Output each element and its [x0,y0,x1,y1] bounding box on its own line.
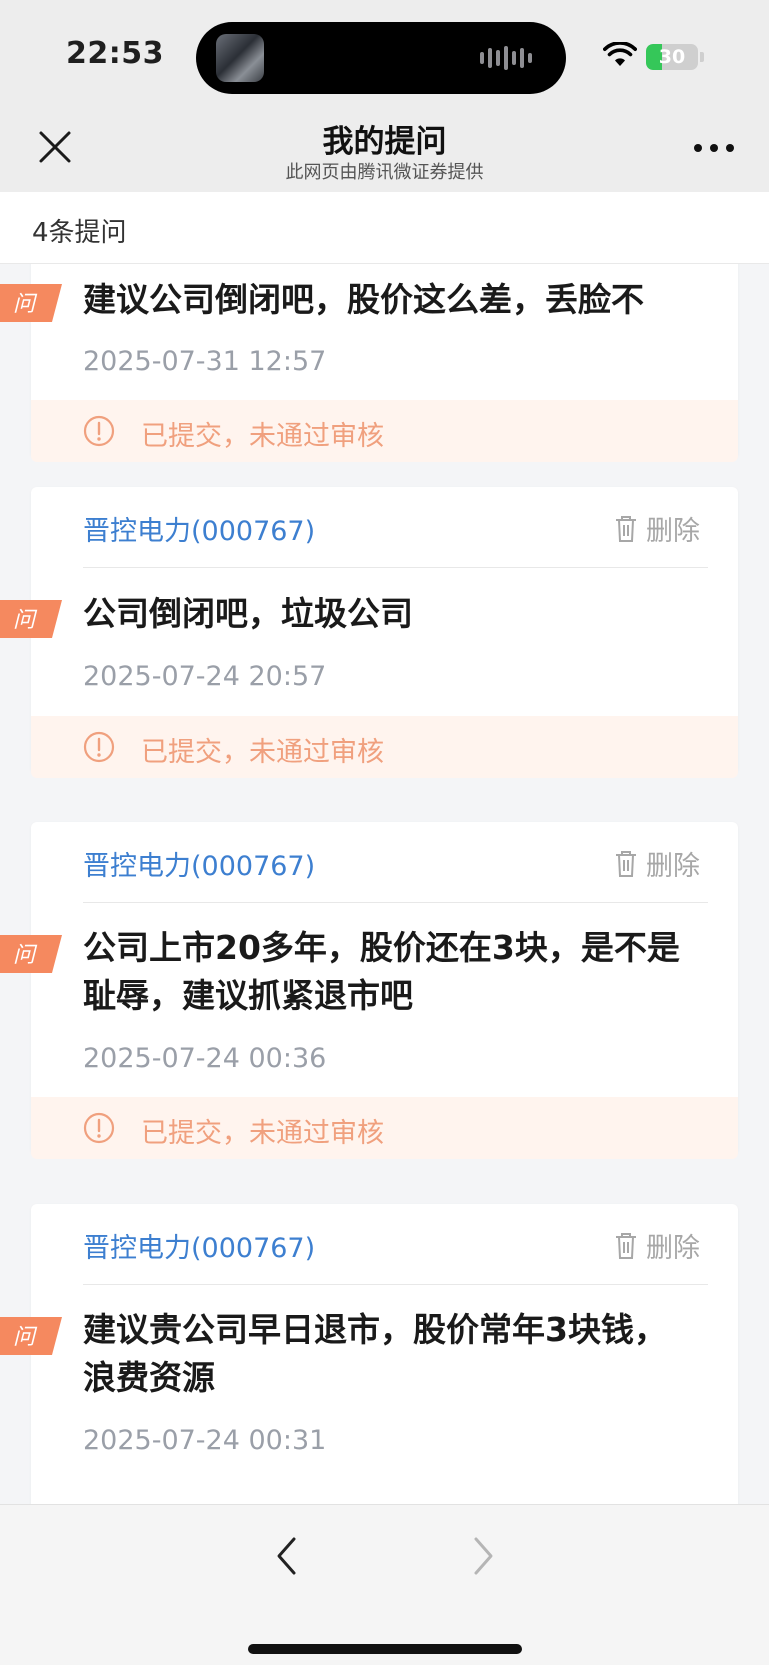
question-time: 2025-07-24 00:31 [83,1425,327,1456]
question-time: 2025-07-24 20:57 [83,661,327,692]
delete-button[interactable]: 删除 [614,844,700,883]
page-title: 我的提问 [322,124,447,160]
audio-wave-icon [480,44,532,72]
chevron-left-icon[interactable] [272,1535,302,1577]
question-card: 晋控电力(000767) 删除 问 公司倒闭吧，垃圾公司 2025-07-24 … [0,487,738,778]
battery-tip [700,52,704,62]
nav-bar: 我的提问 此网页由腾讯微证券提供 [0,112,769,192]
delete-button[interactable]: 删除 [614,1226,700,1265]
more-icon[interactable] [694,142,734,154]
question-badge-label: 问 [13,608,38,633]
question-card: 晋控电力(000767) 删除 问 建议贵公司早日退市，股价常年3块钱，浪费资源… [0,1204,738,1504]
status-bar: 22:53 30 [0,0,769,112]
question-badge: 问 [0,935,62,973]
delete-label: 删除 [646,851,700,882]
warning-icon [83,1112,115,1144]
delete-label: 删除 [646,1233,700,1264]
question-badge: 问 [0,1317,62,1355]
chevron-right-icon[interactable] [468,1535,498,1577]
stock-link[interactable]: 晋控电力(000767) [83,1226,315,1265]
delete-label: 删除 [646,516,700,547]
page-source-note: 此网页由腾讯微证券提供 [285,162,484,183]
trash-icon [616,515,636,542]
stock-link[interactable]: 晋控电力(000767) [83,844,315,883]
card-header: 晋控电力(000767) 删除 [31,822,738,902]
question-card: 晋控电力(000767) 删除 问 公司上市20多年，股价还在3块，是不是耻辱，… [0,822,738,1159]
question-card: 问 建议公司倒闭吧，股价这么差，丢脸不 2025-07-31 12:57 已提交… [0,264,738,462]
question-count: 4条提问 [32,218,127,248]
review-status-text: 已提交，未通过审核 [141,421,384,452]
question-text: 公司倒闭吧，垃圾公司 [83,594,413,633]
question-list[interactable]: 问 建议公司倒闭吧，股价这么差，丢脸不 2025-07-31 12:57 已提交… [0,264,769,1504]
review-status: 已提交，未通过审核 [31,716,738,778]
divider [83,902,708,903]
delete-button[interactable]: 删除 [614,509,700,548]
review-status: 已提交，未通过审核 [31,400,738,462]
warning-icon [83,415,115,447]
divider [83,1284,708,1285]
question-text: 建议贵公司早日退市，股价常年3块钱，浪费资源 [83,1310,667,1397]
question-text: 公司上市20多年，股价还在3块，是不是耻辱，建议抓紧退市吧 [83,928,680,1015]
question-time: 2025-07-24 00:36 [83,1043,327,1074]
card-header: 晋控电力(000767) 删除 [31,487,738,567]
review-status: 已提交，未通过审核 [31,1097,738,1159]
question-badge-label: 问 [13,292,38,317]
stock-link[interactable]: 晋控电力(000767) [83,509,315,548]
question-time: 2025-07-31 12:57 [83,346,327,377]
home-indicator[interactable] [248,1644,522,1654]
now-playing-thumbnail [216,34,264,82]
question-count-bar: 4条提问 [0,192,769,264]
review-status-text: 已提交，未通过审核 [141,737,384,768]
trash-icon [616,850,636,877]
wifi-icon [603,42,637,66]
battery-icon: 30 [646,44,698,70]
question-badge-label: 问 [13,1325,38,1350]
question-badge: 问 [0,284,62,322]
divider [83,567,708,568]
warning-icon [83,731,115,763]
question-badge-label: 问 [13,943,38,968]
status-time: 22:53 [66,36,164,71]
browser-toolbar [0,1504,769,1665]
review-status-text: 已提交，未通过审核 [141,1118,384,1149]
trash-icon [616,1232,636,1259]
question-badge: 问 [0,600,62,638]
dynamic-island[interactable] [196,22,566,94]
question-text: 建议公司倒闭吧，股价这么差，丢脸不 [83,280,644,319]
card-header: 晋控电力(000767) 删除 [31,1204,738,1284]
battery-level: 30 [658,46,686,68]
